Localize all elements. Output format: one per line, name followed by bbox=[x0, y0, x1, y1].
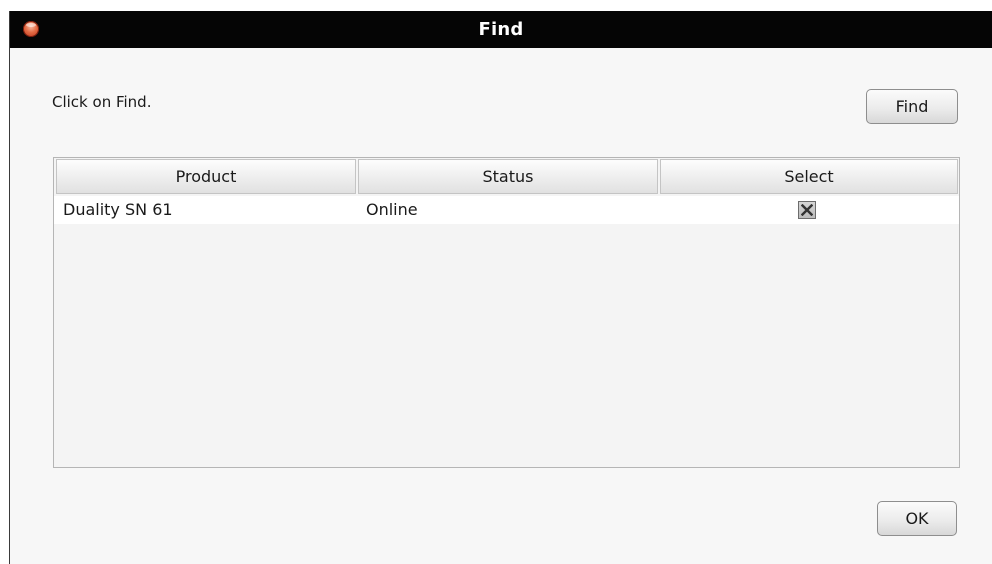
x-mark-icon bbox=[801, 204, 813, 216]
column-header-select[interactable]: Select bbox=[660, 159, 958, 194]
select-cell bbox=[798, 201, 816, 219]
column-header-status[interactable]: Status bbox=[358, 159, 658, 194]
table-row[interactable]: Duality SN 61 Online bbox=[54, 196, 959, 224]
select-checkbox[interactable] bbox=[798, 201, 816, 219]
ok-button[interactable]: OK bbox=[877, 501, 957, 536]
title-bar[interactable]: Find bbox=[10, 11, 992, 48]
table-header: Product Status Select bbox=[54, 158, 959, 196]
dialog-title: Find bbox=[478, 19, 524, 40]
find-dialog: Find Click on Find. Find Product Status … bbox=[9, 11, 992, 564]
product-cell: Duality SN 61 bbox=[63, 200, 173, 219]
products-table: Product Status Select Duality SN 61 Onli… bbox=[53, 157, 960, 468]
status-cell: Online bbox=[366, 200, 418, 219]
instruction-text: Click on Find. bbox=[52, 93, 152, 111]
find-button[interactable]: Find bbox=[866, 89, 958, 124]
column-header-product[interactable]: Product bbox=[56, 159, 356, 194]
